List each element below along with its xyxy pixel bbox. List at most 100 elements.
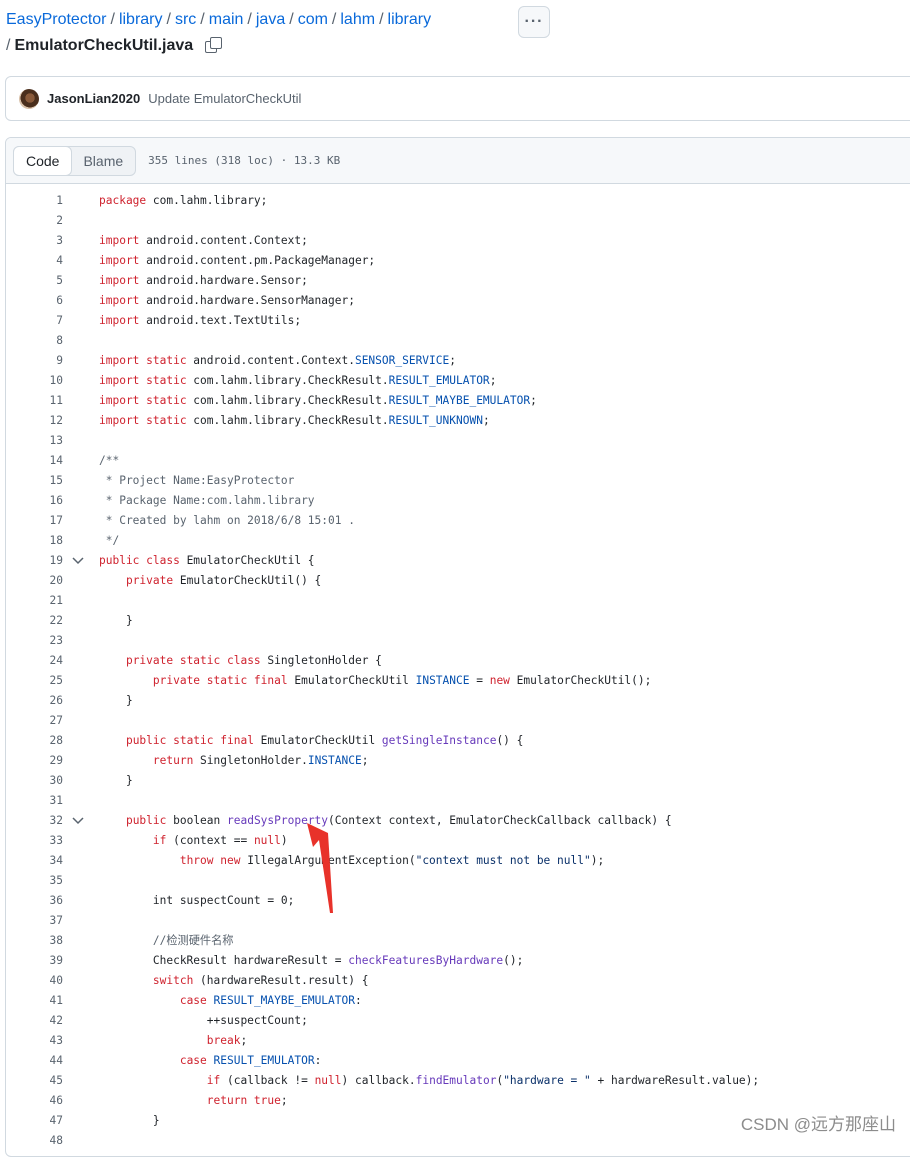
code-text: case RESULT_MAYBE_EMULATOR: [179,994,362,1007]
line-number[interactable]: 35 [6,871,63,891]
chevron-down-icon[interactable] [72,811,84,831]
line-number[interactable]: 15 [6,471,63,491]
line-number[interactable]: 44 [6,1051,63,1071]
code-text: } [99,694,133,707]
code-line: 14 /** [6,451,910,471]
code-line: 10 import static com.lahm.library.CheckRe… [6,371,910,391]
code-line: 44 case RESULT_EMULATOR: [6,1051,910,1071]
line-number[interactable]: 27 [6,711,63,731]
line-number[interactable]: 16 [6,491,63,511]
code-line: 5 import android.hardware.Sensor; [6,271,910,291]
code-text: break; [206,1034,248,1047]
breadcrumb-link-library[interactable]: library [119,11,163,28]
line-number[interactable]: 23 [6,631,63,651]
breadcrumb: EasyProtector / library / src / main / java / com /… [6,8,431,32]
line-number[interactable]: 29 [6,751,63,771]
view-toggle: Code Blame [13,145,137,176]
line-number[interactable]: 6 [6,291,63,311]
line-number[interactable]: 43 [6,1031,63,1051]
line-number[interactable]: 25 [6,671,63,691]
file-header: Code Blame 355 lines (318 loc) · 13.3 KB [6,138,910,184]
code-line: 46 return true; [6,1091,910,1111]
line-number[interactable]: 33 [6,831,63,851]
line-number[interactable]: 21 [6,591,63,611]
line-number[interactable]: 22 [6,611,63,631]
code-text: return SingletonHolder.INSTANCE; [152,754,369,767]
line-number[interactable]: 9 [6,351,63,371]
line-number[interactable]: 38 [6,931,63,951]
tab-code[interactable]: Code [13,145,73,176]
line-number[interactable]: 31 [6,791,63,811]
code-text: */ [99,534,120,547]
breadcrumb-repo-link[interactable]: EasyProtector [6,11,106,28]
line-number[interactable]: 5 [6,271,63,291]
avatar[interactable] [19,88,39,109]
breadcrumb-link-main[interactable]: main [209,11,244,28]
file-viewer: Code Blame 355 lines (318 loc) · 13.3 KB… [5,137,910,1157]
line-number[interactable]: 17 [6,511,63,531]
code-text: private EmulatorCheckUtil() { [125,574,322,587]
line-number[interactable]: 3 [6,231,63,251]
line-number[interactable]: 46 [6,1091,63,1111]
line-number[interactable]: 19 [6,551,63,571]
code-line: 30 } [6,771,910,791]
line-number[interactable]: 28 [6,731,63,751]
line-number[interactable]: 20 [6,571,63,591]
code-line: 41 case RESULT_MAYBE_EMULATOR: [6,991,910,1011]
line-number[interactable]: 34 [6,851,63,871]
code-line: 21 [6,591,910,611]
line-number[interactable]: 11 [6,391,63,411]
line-number[interactable]: 41 [6,991,63,1011]
code-line: 4 import android.content.pm.PackageManage… [6,251,910,271]
code-text: ++suspectCount; [99,1014,308,1027]
breadcrumb-link-library[interactable]: library [388,11,432,28]
tab-blame[interactable]: Blame [71,147,135,175]
breadcrumb-separator: / [110,11,115,28]
code-text: case RESULT_EMULATOR: [179,1054,322,1067]
line-number[interactable]: 12 [6,411,63,431]
line-number[interactable]: 4 [6,251,63,271]
line-number[interactable]: 45 [6,1071,63,1091]
breadcrumb-link-java[interactable]: java [256,11,285,28]
line-number[interactable]: 14 [6,451,63,471]
line-number[interactable]: 37 [6,911,63,931]
code-text: } [99,774,133,787]
line-number[interactable]: 42 [6,1011,63,1031]
code-text: import static com.lahm.library.CheckResu… [99,374,497,387]
copy-icon[interactable] [205,37,223,55]
commit-author[interactable]: JasonLian2020 [47,91,140,106]
line-number[interactable]: 8 [6,331,63,351]
line-number[interactable]: 36 [6,891,63,911]
code-text: import static android.content.Context.SE… [99,354,456,367]
line-number[interactable]: 47 [6,1111,63,1131]
line-number[interactable]: 10 [6,371,63,391]
breadcrumb-link-src[interactable]: src [175,11,196,28]
commit-message[interactable]: Update EmulatorCheckUtil [148,91,301,106]
line-number[interactable]: 39 [6,951,63,971]
code-line: 20 private EmulatorCheckUtil() { [6,571,910,591]
more-options-button[interactable]: ··· [518,6,550,38]
line-number[interactable]: 48 [6,1131,63,1151]
line-number[interactable]: 7 [6,311,63,331]
code-line: 29 return SingletonHolder.INSTANCE; [6,751,910,771]
line-number[interactable]: 13 [6,431,63,451]
line-number[interactable]: 2 [6,211,63,231]
code-line: 13 [6,431,910,451]
line-number[interactable]: 40 [6,971,63,991]
line-number[interactable]: 18 [6,531,63,551]
code-text: import android.content.pm.PackageManager… [99,254,376,267]
line-number[interactable]: 24 [6,651,63,671]
code-line: 8 [6,331,910,351]
code-line: 25 private static final EmulatorCheckUti… [6,671,910,691]
breadcrumb-link-lahm[interactable]: lahm [340,11,375,28]
breadcrumb-separator: / [200,11,205,28]
breadcrumb-link-com[interactable]: com [298,11,328,28]
code-line: 15 * Project Name:EasyProtector [6,471,910,491]
line-number[interactable]: 30 [6,771,63,791]
line-number[interactable]: 32 [6,811,63,831]
code-text: public static final EmulatorCheckUtil ge… [125,734,524,747]
line-number[interactable]: 26 [6,691,63,711]
line-number[interactable]: 1 [6,191,63,211]
chevron-down-icon[interactable] [72,551,84,571]
code-text: import android.content.Context; [99,234,308,247]
